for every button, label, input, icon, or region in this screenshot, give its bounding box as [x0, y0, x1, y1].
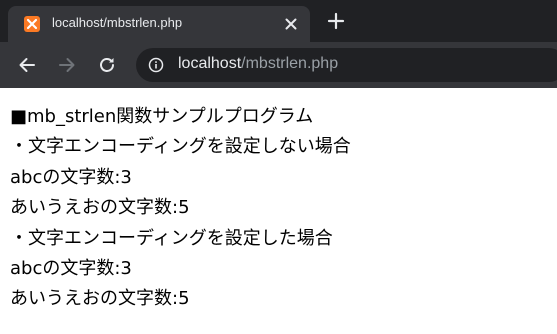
tab-title: localhost/mbstrlen.php	[52, 15, 183, 30]
xampp-icon	[24, 16, 40, 32]
browser-chrome: localhost/mbstrlen.php localhost/mbstrle…	[0, 0, 557, 88]
plus-icon[interactable]	[326, 11, 346, 31]
info-icon[interactable]	[148, 57, 164, 73]
heading-line: ■mb_strlen関数サンプルプログラム	[10, 106, 314, 127]
reload-icon[interactable]	[97, 55, 117, 75]
tab-strip: localhost/mbstrlen.php	[0, 0, 557, 42]
back-arrow-icon[interactable]	[17, 55, 37, 75]
url-text[interactable]: localhost/mbstrlen.php	[178, 55, 338, 73]
section-no-encoding: ・文字エンコーディングを設定しない場合	[10, 136, 351, 158]
result-line: あいうえおの文字数:5	[10, 197, 190, 219]
url-path: /mbstrlen.php	[241, 55, 339, 72]
section-with-encoding: ・文字エンコーディングを設定した場合	[10, 227, 333, 249]
tab-active[interactable]: localhost/mbstrlen.php	[8, 6, 310, 42]
close-icon[interactable]	[282, 15, 300, 33]
result-line: あいうえおの文字数:5	[10, 288, 190, 310]
url-host: localhost	[178, 55, 242, 72]
toolbar: localhost/mbstrlen.php	[0, 42, 557, 88]
result-line: abcの文字数:3	[10, 166, 132, 188]
forward-arrow-icon[interactable]	[57, 55, 77, 75]
address-bar[interactable]: localhost/mbstrlen.php	[136, 48, 557, 82]
result-line: abcの文字数:3	[10, 258, 132, 280]
page-content: ■mb_strlen関数サンプルプログラム ・文字エンコーディングを設定しない場…	[0, 88, 557, 334]
